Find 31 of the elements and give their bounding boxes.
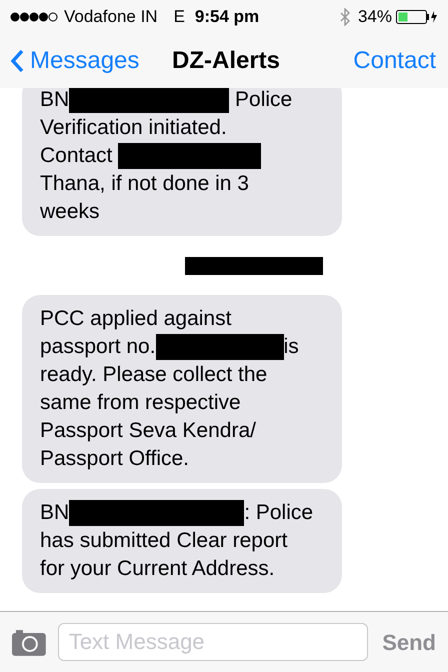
message-text: Verification initiated. <box>40 115 227 141</box>
message-text: BN <box>40 88 70 113</box>
message-input-field[interactable]: Text Message <box>58 623 368 661</box>
battery-icon <box>396 10 438 24</box>
message-text: for your Current Address. <box>40 556 275 582</box>
status-time: 9:54 pm <box>194 6 260 28</box>
message-text: BN <box>40 500 70 526</box>
message-text: weeks <box>40 199 100 225</box>
message-text: has submitted Clear report <box>40 528 288 554</box>
message-text: passport no. <box>40 334 156 360</box>
bluetooth-icon <box>340 8 350 26</box>
contact-button[interactable]: Contact <box>353 43 436 79</box>
chevron-left-icon <box>10 49 24 73</box>
message-text: Thana, if not done in 3 <box>40 171 249 197</box>
message-text: same from respective <box>40 390 241 416</box>
signal-icon <box>10 12 58 22</box>
camera-icon[interactable] <box>12 628 46 656</box>
send-button[interactable]: Send <box>382 626 436 658</box>
battery-percent: 34% <box>358 6 392 28</box>
message-text: PCC applied against <box>40 306 232 332</box>
message-text: Contact <box>40 143 114 169</box>
message-text: Passport Office. <box>40 446 190 472</box>
message-text: ready. Please collect the <box>40 362 268 388</box>
conversation-title: DZ-Alerts <box>172 46 280 76</box>
message-text: : Police <box>244 500 314 526</box>
network-type: E <box>174 6 185 28</box>
carrier-name: Vodafone IN <box>64 6 158 28</box>
message-text: Passport Seva Kendra/ <box>40 418 256 444</box>
message-text: Police <box>234 88 292 113</box>
message-text: is <box>284 334 299 360</box>
back-button[interactable]: Messages <box>10 43 140 79</box>
